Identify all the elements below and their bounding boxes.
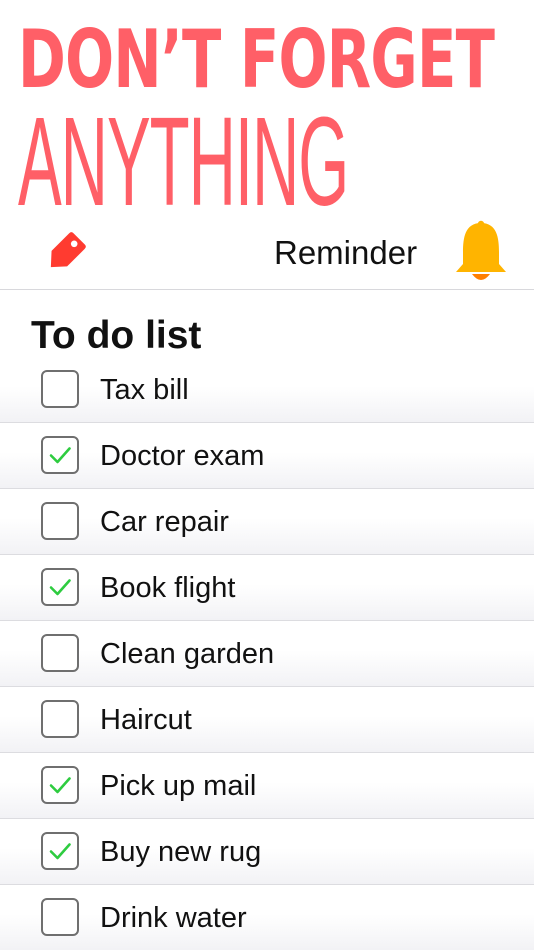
todo-item-label: Clean garden (100, 638, 275, 670)
todo-item-car-repair[interactable]: Car repair (0, 489, 534, 555)
todo-checkbox[interactable] (41, 634, 79, 672)
todo-list: Tax bill Doctor exam Car repair Book fli… (0, 357, 534, 950)
todo-item-label: Car repair (100, 506, 229, 538)
checkmark-icon (49, 843, 71, 860)
todo-item-label: Drink water (100, 902, 247, 934)
todo-checkbox[interactable] (41, 766, 79, 804)
todo-item-label: Doctor exam (100, 440, 265, 472)
todo-checkbox[interactable] (41, 370, 79, 408)
todo-item-label: Tax bill (100, 374, 189, 406)
tag-icon (50, 232, 86, 268)
todo-item-doctor-exam[interactable]: Doctor exam (0, 423, 534, 489)
hero-headline-line2: ANYTHING (18, 91, 349, 232)
checkmark-icon (49, 777, 71, 794)
reminder-label: Reminder (274, 234, 418, 271)
todo-item-pick-up-mail[interactable]: Pick up mail (0, 753, 534, 819)
todo-checkbox[interactable] (41, 568, 79, 606)
hero-banner: DON’T FORGET ANYTHING Reminder (0, 0, 534, 290)
checkmark-icon (49, 447, 71, 464)
reminder-bell-button[interactable] (451, 218, 511, 286)
tag-button[interactable] (40, 228, 90, 278)
checkmark-icon (49, 579, 71, 596)
todo-list-title: To do list (31, 314, 202, 357)
todo-item-clean-garden[interactable]: Clean garden (0, 621, 534, 687)
todo-item-book-flight[interactable]: Book flight (0, 555, 534, 621)
todo-item-label: Book flight (100, 572, 236, 604)
todo-item-tax-bill[interactable]: Tax bill (0, 357, 534, 423)
todo-checkbox[interactable] (41, 832, 79, 870)
todo-checkbox[interactable] (41, 700, 79, 738)
bell-icon (456, 220, 506, 280)
todo-item-buy-new-rug[interactable]: Buy new rug (0, 819, 534, 885)
todo-item-drink-water[interactable]: Drink water (0, 885, 534, 950)
todo-item-label: Pick up mail (100, 770, 257, 802)
todo-checkbox[interactable] (41, 502, 79, 540)
todo-item-label: Haircut (100, 704, 192, 736)
todo-checkbox[interactable] (41, 898, 79, 936)
todo-item-label: Buy new rug (100, 836, 262, 868)
todo-checkbox[interactable] (41, 436, 79, 474)
header-divider (0, 289, 534, 290)
todo-item-haircut[interactable]: Haircut (0, 687, 534, 753)
